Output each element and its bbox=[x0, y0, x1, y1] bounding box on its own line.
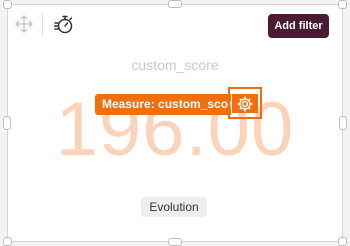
widget-stage: Add filter custom_score 196.00 Measure: … bbox=[0, 0, 350, 246]
stopwatch-icon bbox=[53, 15, 73, 34]
kpi-title: custom_score bbox=[131, 57, 219, 73]
toolbar-divider bbox=[42, 14, 43, 36]
resize-handle-top-right[interactable] bbox=[338, 0, 347, 9]
resize-handle-top[interactable] bbox=[168, 0, 182, 8]
measure-settings-button[interactable] bbox=[228, 87, 262, 119]
move-arrows-icon bbox=[15, 15, 33, 33]
resize-handle-top-left[interactable] bbox=[3, 0, 12, 9]
resize-handle-bottom-right[interactable] bbox=[338, 237, 347, 246]
measure-pill[interactable]: Measure: custom_score bbox=[95, 94, 231, 115]
evolution-button[interactable]: Evolution bbox=[141, 197, 207, 217]
gear-icon bbox=[237, 95, 253, 112]
resize-handle-bottom[interactable] bbox=[168, 238, 182, 246]
move-button[interactable] bbox=[14, 14, 34, 34]
measure-settings-icon-wrap bbox=[232, 94, 258, 113]
add-filter-button[interactable]: Add filter bbox=[268, 14, 329, 38]
timer-button[interactable] bbox=[53, 13, 75, 35]
resize-handle-bottom-left[interactable] bbox=[3, 237, 12, 246]
